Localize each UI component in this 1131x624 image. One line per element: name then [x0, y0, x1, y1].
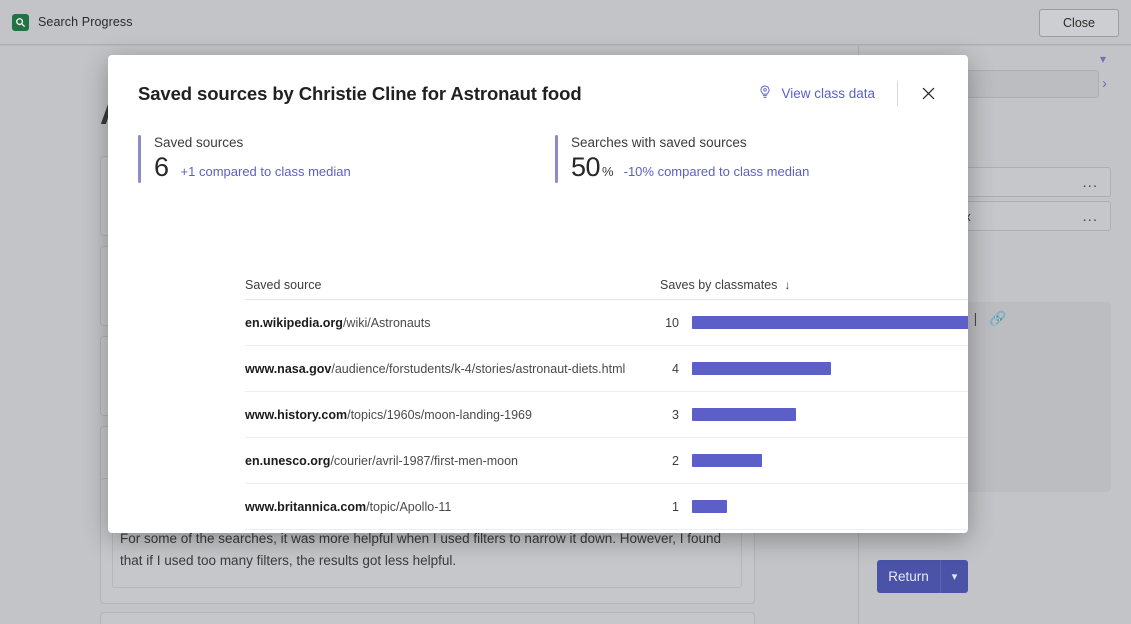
- saved-sources-dialog: Saved sources by Christie Cline for Astr…: [108, 55, 968, 533]
- saves-bar: [692, 362, 831, 375]
- stat-value: 50: [571, 152, 600, 183]
- source-url: en.wikipedia.org/wiki/Astronauts: [245, 316, 660, 330]
- saves-count: 2: [660, 454, 692, 468]
- source-path: /wiki/Astronauts: [343, 316, 431, 330]
- saved-sources-table: Saved source Saves by classmates ↓ en.wi…: [245, 271, 968, 533]
- table-row[interactable]: www.britannica.com/topic/Apollo-111: [245, 484, 968, 530]
- stat-searches-with-saved-sources: Searches with saved sources 50 % -10% co…: [555, 135, 809, 183]
- source-domain: www.britannica.com: [245, 500, 366, 514]
- stat-accent-bar: [138, 135, 141, 183]
- source-path: /courier/avril-1987/first-men-moon: [330, 454, 518, 468]
- dialog-title: Saved sources by Christie Cline for Astr…: [138, 83, 582, 105]
- dialog-header: Saved sources by Christie Cline for Astr…: [108, 55, 968, 132]
- stat-value: 6: [154, 152, 169, 183]
- stat-label: Searches with saved sources: [571, 135, 809, 150]
- return-button-label: Return: [877, 569, 940, 584]
- source-url: www.nasa.gov/audience/forstudents/k-4/st…: [245, 362, 660, 376]
- saves-bar: [692, 454, 762, 467]
- saves-bar: [692, 500, 727, 513]
- source-domain: en.unesco.org: [245, 454, 330, 468]
- table-row[interactable]: en.wikipedia.org/wiki/Astronauts10: [245, 300, 968, 346]
- window-close-button-label: Close: [1063, 16, 1095, 30]
- source-domain: www.history.com: [245, 408, 347, 422]
- summary-stats: Saved sources 6 +1 compared to class med…: [138, 135, 938, 183]
- saves-bar-track: [692, 454, 968, 467]
- stat-label: Saved sources: [154, 135, 351, 150]
- search-app-icon: [12, 14, 29, 31]
- chevron-down-icon[interactable]: ▾: [940, 560, 968, 593]
- stat-saved-sources: Saved sources 6 +1 compared to class med…: [138, 135, 555, 183]
- column-header-saved-source[interactable]: Saved source: [245, 278, 660, 292]
- screen: A For some of the searches, it was more …: [0, 0, 1131, 624]
- saves-bar: [692, 316, 968, 329]
- window-close-button[interactable]: Close: [1039, 9, 1119, 37]
- table-row[interactable]: www.nasa.gov/audience/forstudents/k-4/st…: [245, 346, 968, 392]
- lightbulb-insights-icon: [757, 84, 773, 103]
- source-path: /audience/forstudents/k-4/stories/astron…: [331, 362, 625, 376]
- table-header-row: Saved source Saves by classmates ↓: [245, 271, 968, 300]
- stat-unit: %: [602, 164, 614, 179]
- source-url: www.history.com/topics/1960s/moon-landin…: [245, 408, 660, 422]
- table-body: en.wikipedia.org/wiki/Astronauts10www.na…: [245, 300, 968, 533]
- header-divider: [897, 81, 898, 106]
- stat-delta: +1 compared to class median: [181, 164, 351, 179]
- stat-accent-bar: [555, 135, 558, 183]
- table-row[interactable]: www.space.com/15519-what-do-astronauts-e…: [245, 530, 968, 533]
- overflow-menu-icon[interactable]: ...: [1082, 174, 1098, 191]
- saves-count: 3: [660, 408, 692, 422]
- saves-bar-track: [692, 362, 968, 375]
- table-row[interactable]: www.history.com/topics/1960s/moon-landin…: [245, 392, 968, 438]
- saves-bar-track: [692, 408, 968, 421]
- dialog-header-actions: View class data: [757, 81, 938, 106]
- saves-bar: [692, 408, 796, 421]
- background-paragraph: For some of the searches, it was more he…: [120, 528, 740, 572]
- saves-bar-track: [692, 316, 968, 329]
- app-title: Search Progress: [38, 15, 133, 29]
- saves-count: 1: [660, 500, 692, 514]
- sort-descending-icon[interactable]: ↓: [784, 278, 790, 292]
- saves-count: 10: [660, 316, 692, 330]
- table-row[interactable]: en.unesco.org/courier/avril-1987/first-m…: [245, 438, 968, 484]
- top-bar: Search Progress Close: [0, 0, 1131, 45]
- view-class-data-link[interactable]: View class data: [757, 84, 875, 103]
- toolbar-divider: |: [974, 310, 978, 326]
- source-url: www.britannica.com/topic/Apollo-11: [245, 500, 660, 514]
- source-domain: en.wikipedia.org: [245, 316, 343, 330]
- link-icon[interactable]: 🔗: [989, 310, 1006, 327]
- chevron-down-icon[interactable]: ▾: [1100, 52, 1106, 66]
- stat-delta: -10% compared to class median: [624, 164, 810, 179]
- close-icon[interactable]: [918, 84, 938, 104]
- source-url: en.unesco.org/courier/avril-1987/first-m…: [245, 454, 660, 468]
- saves-bar-track: [692, 500, 968, 513]
- source-domain: www.nasa.gov: [245, 362, 331, 376]
- column-header-saves-by-classmates[interactable]: Saves by classmates ↓: [660, 278, 790, 292]
- view-class-data-label: View class data: [781, 86, 875, 101]
- source-path: /topics/1960s/moon-landing-1969: [347, 408, 532, 422]
- overflow-menu-icon[interactable]: ...: [1082, 208, 1098, 225]
- return-button[interactable]: Return ▾: [877, 560, 968, 593]
- saves-count: 4: [660, 362, 692, 376]
- column-header-label: Saves by classmates: [660, 278, 777, 292]
- source-path: /topic/Apollo-11: [366, 500, 451, 514]
- chevron-right-icon[interactable]: ›: [1102, 75, 1107, 92]
- background-card: [100, 612, 755, 624]
